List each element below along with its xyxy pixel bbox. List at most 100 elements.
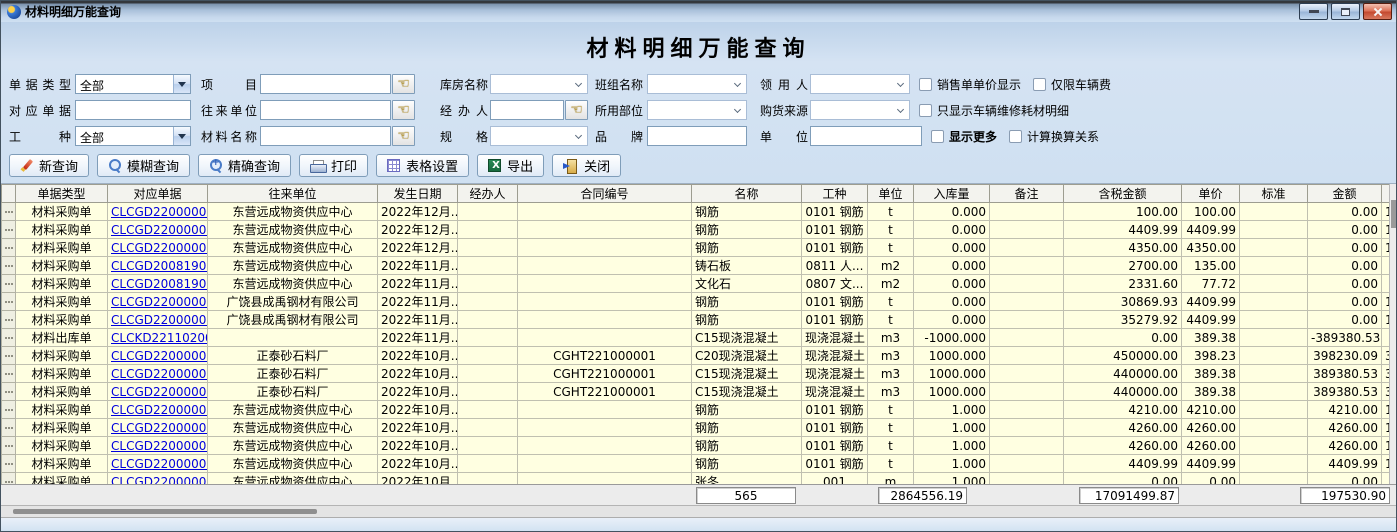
row-selector[interactable] — [2, 419, 16, 437]
vertical-scrollbar-thumb[interactable] — [1391, 200, 1396, 228]
warehouse-dropdown[interactable] — [490, 74, 588, 94]
handler-input[interactable] — [490, 100, 564, 120]
doc-number-link[interactable]: CLCGD220000082 — [111, 241, 208, 255]
row-selector[interactable] — [2, 275, 16, 293]
column-header-13[interactable]: 标准 — [1240, 185, 1308, 203]
doc-number-link[interactable]: CLCGD220000080 — [111, 403, 208, 417]
horizontal-scrollbar[interactable] — [1, 506, 1396, 518]
column-header-5[interactable]: 合同编号 — [518, 185, 692, 203]
table-row[interactable]: 材料采购单CLCGD220000080东营远成物资供应中心2022年10月...… — [2, 455, 1392, 473]
row-selector[interactable] — [2, 365, 16, 383]
column-header-9[interactable]: 入库量 — [914, 185, 990, 203]
table-settings-button[interactable]: 表格设置 — [376, 154, 469, 177]
vehicle-fee-checkbox[interactable] — [1033, 78, 1046, 91]
doc-number-link[interactable]: CLCGD220000082 — [111, 205, 208, 219]
table-row[interactable]: 材料采购单CLCGD220000080东营远成物资供应中心2022年10月...… — [2, 473, 1392, 485]
material-picker-button[interactable]: ☜ — [392, 126, 415, 146]
doc-type-combobox[interactable]: 全部 — [75, 74, 191, 94]
close-button[interactable] — [1363, 3, 1392, 20]
table-row[interactable]: 材料出库单CLCKD2211020012022年11月...C15现浇混凝土现浇… — [2, 329, 1392, 347]
used-part-dropdown[interactable] — [647, 100, 747, 120]
table-row[interactable]: 材料采购单CLCGD220000080东营远成物资供应中心2022年10月...… — [2, 437, 1392, 455]
material-name-input[interactable] — [260, 126, 391, 146]
print-button[interactable]: 打印 — [299, 154, 368, 177]
table-row[interactable]: 材料采购单CLCGD220000080东营远成物资供应中心2022年10月...… — [2, 401, 1392, 419]
project-input[interactable] — [260, 74, 391, 94]
export-button[interactable]: 导出 — [477, 154, 544, 177]
table-row[interactable]: 材料采购单CLCGD200819011东营远成物资供应中心2022年11月...… — [2, 257, 1392, 275]
row-selector[interactable] — [2, 401, 16, 419]
doc-number-link[interactable]: CLCGD200819011 — [111, 277, 208, 291]
doc-number-link[interactable]: CLCGD220000080 — [111, 421, 208, 435]
table-row[interactable]: 材料采购单CLCGD220000075正泰砂石料厂2022年10月...CGHT… — [2, 347, 1392, 365]
row-selector[interactable] — [2, 293, 16, 311]
doc-number-link[interactable]: CLCGD220000075 — [111, 367, 208, 381]
doc-number-link[interactable]: CLCGD220000080 — [111, 475, 208, 485]
row-selector[interactable] — [2, 383, 16, 401]
row-selector[interactable] — [2, 473, 16, 485]
vertical-scrollbar[interactable] — [1389, 184, 1396, 484]
handler-picker-button[interactable]: ☜ — [565, 100, 588, 120]
column-header-1[interactable]: 对应单据 — [108, 185, 208, 203]
show-more-checkbox[interactable] — [931, 130, 944, 143]
counterparty-picker-button[interactable]: ☜ — [392, 100, 415, 120]
table-row[interactable]: 材料采购单CLCGD220000080东营远成物资供应中心2022年10月...… — [2, 419, 1392, 437]
table-row[interactable]: 材料采购单CLCGD220000075正泰砂石料厂2022年10月...CGHT… — [2, 365, 1392, 383]
column-header-10[interactable]: 备注 — [990, 185, 1064, 203]
sale-price-checkbox[interactable] — [919, 78, 932, 91]
minimize-button[interactable] — [1299, 3, 1328, 20]
doc-number-link[interactable]: CLCGD220000075 — [111, 385, 208, 399]
column-header-7[interactable]: 工种 — [802, 185, 868, 203]
table-row[interactable]: 材料采购单CLCGD220000082东营远成物资供应中心2022年12月...… — [2, 203, 1392, 221]
exact-query-button[interactable]: 精确查询 — [198, 154, 291, 177]
table-row[interactable]: 材料采购单CLCGD220000075正泰砂石料厂2022年10月...CGHT… — [2, 383, 1392, 401]
column-header-6[interactable]: 名称 — [692, 185, 802, 203]
brand-input[interactable] — [647, 126, 747, 146]
conversion-checkbox[interactable] — [1009, 130, 1022, 143]
table-row[interactable]: 材料采购单CLCGD220000082东营远成物资供应中心2022年12月...… — [2, 239, 1392, 257]
purchase-source-dropdown[interactable] — [810, 100, 910, 120]
unit-input[interactable] — [810, 126, 922, 146]
doc-number-link[interactable]: CLCGD220000080 — [111, 457, 208, 471]
column-header-11[interactable]: 含税金额 — [1064, 185, 1182, 203]
related-doc-input[interactable] — [75, 100, 191, 120]
doc-number-link[interactable]: CLCGD220000081 — [111, 295, 208, 309]
doc-number-link[interactable]: CLCGD220000080 — [111, 439, 208, 453]
doc-number-link[interactable]: CLCGD220000081 — [111, 313, 208, 327]
table-row[interactable]: 材料采购单CLCGD200819011东营远成物资供应中心2022年11月...… — [2, 275, 1392, 293]
table-row[interactable]: 材料采购单CLCGD220000081广饶县成禹钢材有限公司2022年11月..… — [2, 293, 1392, 311]
column-header-12[interactable]: 单价 — [1182, 185, 1240, 203]
recipient-dropdown[interactable] — [810, 74, 910, 94]
team-dropdown[interactable] — [647, 74, 747, 94]
row-selector[interactable] — [2, 455, 16, 473]
row-selector[interactable] — [2, 221, 16, 239]
column-header-0[interactable]: 单据类型 — [16, 185, 108, 203]
spec-dropdown[interactable] — [490, 126, 588, 146]
row-selector[interactable] — [2, 203, 16, 221]
row-selector[interactable] — [2, 257, 16, 275]
counterparty-input[interactable] — [260, 100, 391, 120]
doc-number-link[interactable]: CLCKD221102001 — [111, 331, 208, 345]
column-header-3[interactable]: 发生日期 — [378, 185, 458, 203]
horizontal-scrollbar-thumb[interactable] — [13, 509, 317, 514]
new-query-button[interactable]: 新查询 — [9, 154, 89, 177]
work-type-combobox[interactable]: 全部 — [75, 126, 191, 146]
vehicle-detail-checkbox[interactable] — [919, 104, 932, 117]
restore-button[interactable] — [1331, 3, 1360, 20]
doc-number-link[interactable]: CLCGD220000075 — [111, 349, 208, 363]
table-row[interactable]: 材料采购单CLCGD220000081广饶县成禹钢材有限公司2022年11月..… — [2, 311, 1392, 329]
row-selector[interactable] — [2, 347, 16, 365]
close-window-button[interactable]: 关闭 — [552, 154, 621, 177]
row-selector[interactable] — [2, 437, 16, 455]
column-header-4[interactable]: 经办人 — [458, 185, 518, 203]
doc-number-link[interactable]: CLCGD200819011 — [111, 259, 208, 273]
column-header-8[interactable]: 单位 — [868, 185, 914, 203]
fuzzy-query-button[interactable]: 模糊查询 — [97, 154, 190, 177]
row-selector[interactable] — [2, 239, 16, 257]
row-selector[interactable] — [2, 311, 16, 329]
row-selector[interactable] — [2, 329, 16, 347]
column-header-2[interactable]: 往来单位 — [208, 185, 378, 203]
column-header-14[interactable]: 金额 — [1308, 185, 1382, 203]
doc-number-link[interactable]: CLCGD220000082 — [111, 223, 208, 237]
table-row[interactable]: 材料采购单CLCGD220000082东营远成物资供应中心2022年12月...… — [2, 221, 1392, 239]
